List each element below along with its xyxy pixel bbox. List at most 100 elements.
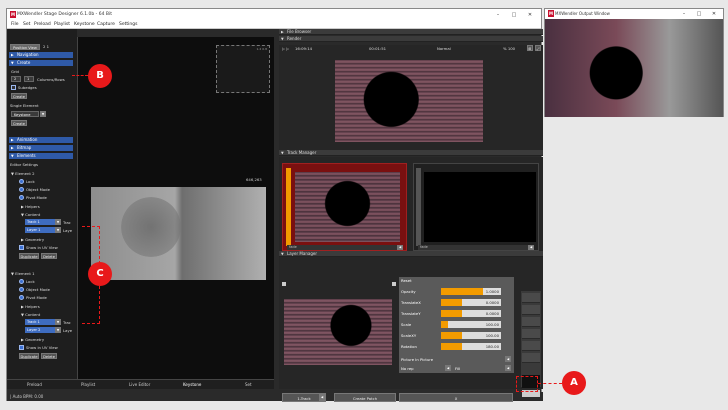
layer-slot[interactable] [522, 353, 540, 363]
x-button[interactable]: X [399, 393, 513, 402]
tab-set[interactable]: Set [245, 382, 252, 387]
element1-content[interactable]: ▼ Content [21, 312, 40, 317]
element2-title[interactable]: ▼ Element 2 [11, 171, 34, 176]
element1-show-uv-checkbox[interactable] [19, 345, 24, 350]
element1-helpers[interactable]: ▶ Helpers [21, 304, 40, 309]
create-section[interactable]: Create [9, 60, 73, 66]
prop-slider[interactable]: 180.00 [441, 343, 501, 350]
layer-slot[interactable] [522, 329, 540, 339]
close-icon[interactable]: ✕ [525, 11, 535, 19]
reset-button[interactable]: Reset [401, 278, 412, 283]
track-2-arrow-icon[interactable]: ◀ [528, 245, 534, 250]
navigation-section[interactable]: Navigation [9, 52, 73, 58]
layer-slot[interactable] [522, 341, 540, 351]
grid-cols-field[interactable]: 2 [11, 76, 21, 82]
menu-preload[interactable]: Preload [34, 22, 51, 27]
callout-b-line [72, 75, 88, 76]
element2-show-uv-checkbox[interactable] [19, 245, 24, 250]
close-icon[interactable]: ✕ [709, 10, 719, 18]
track-1-level[interactable] [286, 168, 291, 246]
element2-delete-button[interactable]: Delete [41, 253, 57, 259]
tab-live-editor[interactable]: Live Editor [129, 382, 150, 387]
render-header[interactable]: Render [279, 36, 543, 42]
track-2[interactable]: fade ◀ [413, 163, 539, 251]
prop-slider[interactable]: 1.0000 [441, 288, 501, 295]
element2-layer-select[interactable]: Layer 1 [25, 227, 55, 233]
element2-pivot-radio[interactable] [19, 195, 24, 200]
elements-section[interactable]: Elements [9, 153, 73, 159]
chevron-down-icon[interactable]: ▼ [40, 111, 46, 117]
maximize-icon[interactable]: □ [509, 11, 519, 19]
subedges-checkbox[interactable] [11, 85, 16, 90]
track-1[interactable]: fade ◀ [282, 163, 407, 251]
prop-slider[interactable]: 0.0000 [441, 310, 501, 317]
play-icon[interactable]: ▷ ▷ [282, 46, 289, 51]
track-arrow-icon[interactable]: ◀ [319, 394, 325, 402]
fit-icon[interactable]: ⊞ [527, 45, 533, 51]
chevron-down-icon[interactable]: ▼ [55, 319, 61, 325]
stage-viewport[interactable]: 1.2 0.8 646,263 [77, 37, 274, 379]
fullscreen-icon[interactable]: ⤢ [535, 45, 541, 51]
element2-object-radio[interactable] [19, 187, 24, 192]
menu-keystone[interactable]: Keystone [74, 22, 95, 27]
element1-track-select[interactable]: Track 1 [25, 319, 55, 325]
menu-playlist[interactable]: Playlist [54, 22, 70, 27]
menu-file[interactable]: File [11, 22, 19, 27]
no-rep-arrow-icon[interactable]: ◀ [445, 365, 451, 371]
position-view-button[interactable]: Position View [10, 44, 40, 50]
stage-element-preview[interactable] [91, 187, 266, 280]
element1-object-radio[interactable] [19, 287, 24, 292]
element2-lock-radio[interactable] [19, 179, 24, 184]
element2-geometry[interactable]: ▶ Geometry [21, 237, 44, 242]
create-patch-button[interactable]: Create Patch [334, 393, 396, 402]
maximize-icon[interactable]: □ [694, 10, 704, 18]
track-2-label[interactable]: fade [418, 245, 530, 250]
create-single-button[interactable]: Create [11, 120, 27, 126]
bitmap-section[interactable]: Bitmap [9, 145, 73, 151]
prop-slider[interactable]: 100.00 [441, 332, 501, 339]
layer-slot[interactable] [522, 305, 540, 315]
file-browser-header[interactable]: File Browser [279, 29, 543, 35]
element1-duplicate-button[interactable]: Duplicate [19, 353, 39, 359]
element1-lock-radio[interactable] [19, 279, 24, 284]
layer-corner-handle[interactable] [282, 282, 286, 286]
chevron-down-icon[interactable]: ▼ [55, 219, 61, 225]
layer-slot[interactable] [522, 317, 540, 327]
minimize-icon[interactable]: – [679, 10, 689, 18]
chevron-down-icon[interactable]: ▼ [55, 227, 61, 233]
pip-arrow-icon[interactable]: ◀ [505, 356, 511, 362]
chevron-down-icon[interactable]: ▼ [55, 327, 61, 333]
track-1-arrow-icon[interactable]: ◀ [397, 245, 403, 250]
menu-settings[interactable]: Settings [119, 22, 137, 27]
element1-geometry[interactable]: ▶ Geometry [21, 337, 44, 342]
prop-slider[interactable]: 0.0000 [441, 299, 501, 306]
grid-rows-field[interactable]: 1 [24, 76, 34, 82]
app-logo-icon: M [10, 11, 16, 18]
element2-track-select[interactable]: Track 1 [25, 219, 55, 225]
single-element-select[interactable]: Keystone [11, 111, 39, 117]
fill-arrow-icon[interactable]: ◀ [505, 365, 511, 371]
prop-slider[interactable]: 100.00 [441, 321, 501, 328]
layer-slot[interactable] [522, 293, 540, 303]
element2-duplicate-button[interactable]: Duplicate [19, 253, 39, 259]
tab-preload[interactable]: Preload [27, 382, 42, 387]
create-grid-button[interactable]: Create [11, 93, 27, 99]
element2-content[interactable]: ▼ Content [21, 212, 40, 217]
element1-layer-select[interactable]: Layer 2 [25, 327, 55, 333]
element1-title[interactable]: ▼ Element 1 [11, 271, 34, 276]
element1-pivot-radio[interactable] [19, 295, 24, 300]
menu-capture[interactable]: Capture [97, 22, 115, 27]
track-2-level[interactable] [416, 168, 421, 246]
menu-set[interactable]: Set [23, 22, 30, 27]
minimize-icon[interactable]: – [493, 11, 503, 19]
element2-helpers[interactable]: ▶ Helpers [21, 204, 40, 209]
output-preview [545, 19, 723, 117]
layer-corner-handle[interactable] [392, 282, 396, 286]
tab-playlist[interactable]: Playlist [81, 382, 95, 387]
tab-keystone[interactable]: Keystone [183, 382, 201, 387]
viewport-thumbnail[interactable]: 1.2 0.8 [216, 45, 270, 93]
animation-section[interactable]: Animation [9, 137, 73, 143]
element1-delete-button[interactable]: Delete [41, 353, 57, 359]
track-manager-header[interactable]: Track Manager [279, 150, 543, 156]
track-1-label[interactable]: fade [287, 245, 399, 250]
